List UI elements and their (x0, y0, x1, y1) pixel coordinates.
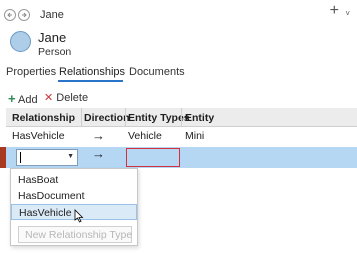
direction-arrow-icon[interactable]: → (92, 128, 105, 143)
add-button-label: Add (18, 94, 38, 106)
delete-button[interactable]: ✕ Delete (44, 91, 88, 104)
grid-header: Relationship Direction Entity Types Enti… (6, 108, 357, 127)
new-relationship-type-button[interactable]: New Relationship Type (18, 226, 132, 243)
option-label: HasVehicle (19, 207, 72, 219)
delete-button-label: Delete (56, 92, 89, 104)
entity-types-cell[interactable]: Vehicle (128, 130, 162, 142)
dropdown-option-hasvehicle[interactable]: HasVehicle (11, 204, 137, 223)
close-icon: ✕ (44, 92, 54, 104)
direction-arrow-icon[interactable]: → (92, 146, 105, 161)
tab-relationships[interactable]: Relationships (59, 66, 125, 78)
entity-type: Person (38, 46, 72, 58)
chevron-down-icon[interactable]: ▼ (67, 153, 74, 160)
new-relationship-type-label: New Relationship Type (25, 229, 133, 241)
avatar (10, 31, 31, 52)
relationship-dropdown: HasBoat HasDocument HasVehicle New Relat… (10, 168, 138, 246)
table-row[interactable]: HasVehicle → Vehicle Mini (6, 127, 357, 146)
back-arrow-icon (7, 12, 12, 18)
add-button[interactable]: + Add (8, 91, 38, 106)
column-divider (125, 108, 126, 126)
relationship-combobox[interactable]: ▼ (16, 149, 78, 166)
tab-documents[interactable]: Documents (129, 66, 185, 78)
entity-name: Jane (38, 30, 67, 45)
text-cursor (20, 152, 21, 163)
add-icon[interactable]: + (330, 3, 339, 19)
plus-icon: + (8, 91, 16, 106)
tab-properties[interactable]: Properties (6, 66, 56, 78)
dropdown-option-hasdocument[interactable]: HasDocument (11, 188, 137, 204)
row-error-marker (0, 147, 6, 168)
active-tab-indicator (58, 80, 123, 82)
entity-types-cell-invalid[interactable] (126, 148, 180, 167)
forward-arrow-icon (22, 12, 27, 18)
table-row-selected[interactable]: ▼ → (0, 146, 357, 168)
option-label: HasBoat (18, 174, 59, 186)
column-header-entity[interactable]: Entity (185, 112, 214, 124)
back-button[interactable] (4, 9, 16, 21)
dropdown-option-hasboat[interactable]: HasBoat (11, 172, 137, 188)
mouse-pointer-icon (74, 209, 84, 223)
relationship-cell[interactable]: HasVehicle (12, 130, 65, 142)
column-header-direction[interactable]: Direction (84, 112, 130, 124)
forward-button[interactable] (18, 9, 30, 21)
option-label: HasDocument (18, 190, 85, 202)
breadcrumb: Jane (40, 9, 64, 21)
chevron-down-icon[interactable]: ˅ (345, 9, 350, 18)
column-header-relationship[interactable]: Relationship (12, 112, 75, 124)
column-divider (81, 108, 82, 126)
column-divider (181, 108, 182, 126)
entity-cell[interactable]: Mini (185, 130, 204, 142)
